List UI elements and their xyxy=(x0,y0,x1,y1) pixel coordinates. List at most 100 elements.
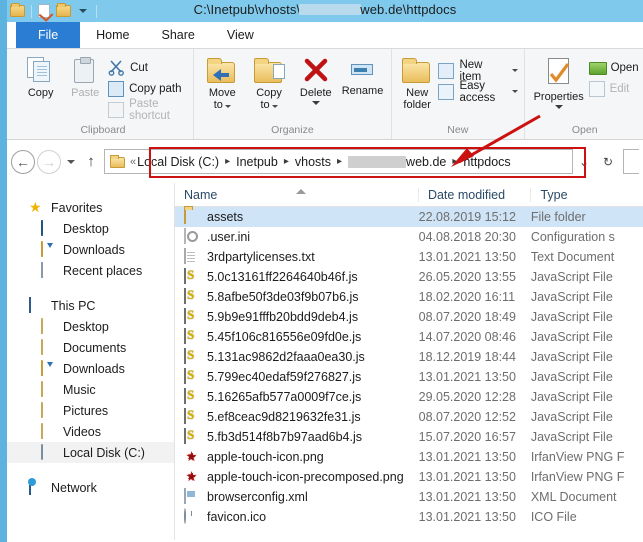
breadcrumb-overflow-icon[interactable]: « xyxy=(130,156,136,168)
tab-file[interactable]: File xyxy=(16,22,80,48)
ribbon-group-organize: Move to Copy to xyxy=(194,49,392,139)
file-name-cell: 5.ef8ceac9d8219632fe31.js xyxy=(175,409,419,425)
column-header-type[interactable]: Type xyxy=(530,188,643,202)
file-name-cell: 5.0c13161ff2264640b46f.js xyxy=(175,269,419,285)
downloads-icon xyxy=(41,361,57,376)
sidebar-item-pictures[interactable]: Pictures xyxy=(7,400,174,421)
breadcrumb-item-domain[interactable]: web.de xyxy=(348,155,446,169)
file-name-cell: 5.45f106c816556e09fd0e.js xyxy=(175,329,419,345)
rename-label: Rename xyxy=(342,86,384,98)
edit-button[interactable]: Edit xyxy=(589,79,639,98)
sidebar-item-local-disk[interactable]: Local Disk (C:) xyxy=(7,442,174,463)
nav-section-network[interactable]: Network xyxy=(7,477,174,498)
chevron-down-icon[interactable] xyxy=(512,69,518,72)
table-row[interactable]: assets 22.08.2019 15:12 File folder xyxy=(175,207,643,227)
new-folder-button[interactable]: New folder xyxy=(398,52,437,111)
move-to-button[interactable]: Move to xyxy=(200,52,245,111)
table-row[interactable]: .user.ini 04.08.2018 20:30 Configuration… xyxy=(175,227,643,247)
breadcrumb-separator[interactable]: ▸ xyxy=(225,156,230,167)
breadcrumb-item-httpdocs[interactable]: httpdocs xyxy=(463,155,510,169)
table-row[interactable]: 5.0c13161ff2264640b46f.js 26.05.2020 13:… xyxy=(175,267,643,287)
nav-section-this-pc[interactable]: This PC xyxy=(7,295,174,316)
sidebar-item-desktop-pc[interactable]: Desktop xyxy=(7,316,174,337)
chevron-down-icon[interactable] xyxy=(555,105,563,109)
ico-icon xyxy=(184,509,200,525)
easy-access-button[interactable]: Easy access xyxy=(438,82,517,101)
table-row[interactable]: apple-touch-icon-precomposed.png 13.01.2… xyxy=(175,467,643,487)
search-input[interactable] xyxy=(623,149,639,174)
table-row[interactable]: 5.8afbe50f3de03f9b07b6.js 18.02.2020 16:… xyxy=(175,287,643,307)
new-item-button[interactable]: New item xyxy=(438,61,517,80)
breadcrumb-item-vhosts[interactable]: vhosts xyxy=(295,155,331,169)
nav-label: Desktop xyxy=(63,222,109,236)
recent-locations-button[interactable] xyxy=(63,160,79,164)
open-button[interactable]: Open xyxy=(589,58,639,77)
chevron-down-icon[interactable] xyxy=(312,101,320,105)
nav-label: Local Disk (C:) xyxy=(63,446,145,460)
copy-to-button[interactable]: Copy to xyxy=(247,52,292,111)
rename-button[interactable]: Rename xyxy=(340,52,385,98)
breadcrumb-separator[interactable]: ▸ xyxy=(452,156,457,167)
delete-button[interactable]: Delete xyxy=(293,52,338,105)
table-row[interactable]: favicon.ico 13.01.2021 13:50 ICO File xyxy=(175,507,643,527)
table-row[interactable]: apple-touch-icon.png 13.01.2021 13:50 Ir… xyxy=(175,447,643,467)
file-type: Text Document xyxy=(531,250,643,264)
breadcrumb-bar[interactable]: « Local Disk (C:) ▸ Inetpub ▸ vhosts ▸ w… xyxy=(104,149,573,174)
table-row[interactable]: 5.45f106c816556e09fd0e.js 14.07.2020 08:… xyxy=(175,327,643,347)
sidebar-item-recent-places[interactable]: Recent places xyxy=(7,260,174,281)
sidebar-item-documents[interactable]: Documents xyxy=(7,337,174,358)
table-row[interactable]: 5.799ec40edaf59f276827.js 13.01.2021 13:… xyxy=(175,367,643,387)
sort-ascending-icon xyxy=(296,189,306,194)
star-icon: ★ xyxy=(29,200,45,215)
nav-section-favorites[interactable]: ★ Favorites xyxy=(7,197,174,218)
table-row[interactable]: 3rdpartylicenses.txt 13.01.2021 13:50 Te… xyxy=(175,247,643,267)
table-row[interactable]: 5.9b9e91fffb20bdd9deb4.js 08.07.2020 18:… xyxy=(175,307,643,327)
file-name-cell: favicon.ico xyxy=(175,509,419,525)
paste-shortcut-button[interactable]: Paste shortcut xyxy=(108,100,187,119)
copy-to-label-line2: to xyxy=(260,99,269,111)
file-type: JavaScript File xyxy=(531,330,643,344)
redacted-domain xyxy=(299,4,361,15)
breadcrumb-separator[interactable]: ▸ xyxy=(284,156,289,167)
sidebar-item-music[interactable]: Music xyxy=(7,379,174,400)
breadcrumb-item-local-disk[interactable]: Local Disk (C:) xyxy=(137,155,219,169)
table-row[interactable]: 5.fb3d514f8b7b97aad6b4.js 15.07.2020 16:… xyxy=(175,427,643,447)
file-name-cell: apple-touch-icon-precomposed.png xyxy=(175,469,419,485)
properties-button[interactable]: Properties xyxy=(531,52,587,109)
file-name-cell: .user.ini xyxy=(175,229,419,245)
breadcrumb-separator[interactable]: ▸ xyxy=(337,156,342,167)
sidebar-item-videos[interactable]: Videos xyxy=(7,421,174,442)
paste-button[interactable]: Paste xyxy=(64,52,106,100)
desktop-folder-icon xyxy=(41,319,57,334)
back-button[interactable]: ← xyxy=(11,150,35,174)
tab-view[interactable]: View xyxy=(211,22,270,48)
copy-path-button[interactable]: Copy path xyxy=(108,79,187,98)
breadcrumb-item-inetpub[interactable]: Inetpub xyxy=(236,155,278,169)
nav-label: Pictures xyxy=(63,404,108,418)
refresh-button[interactable]: ↻ xyxy=(597,150,619,173)
file-date: 13.01.2021 13:50 xyxy=(419,370,531,384)
tab-share[interactable]: Share xyxy=(146,22,211,48)
breadcrumb-item-domain-label: web.de xyxy=(406,155,446,169)
copy-button[interactable]: Copy xyxy=(19,52,62,100)
tab-home[interactable]: Home xyxy=(80,22,145,48)
file-name: 5.9b9e91fffb20bdd9deb4.js xyxy=(207,310,358,324)
table-row[interactable]: 5.ef8ceac9d8219632fe31.js 08.07.2020 12:… xyxy=(175,407,643,427)
redacted-domain xyxy=(348,156,406,168)
sidebar-item-desktop[interactable]: Desktop xyxy=(7,218,174,239)
previous-locations-button[interactable]: ⌄ xyxy=(573,150,595,173)
column-header-name[interactable]: Name xyxy=(175,188,418,202)
js-icon xyxy=(184,309,200,325)
up-button[interactable]: ↑ xyxy=(81,153,101,170)
table-row[interactable]: 5.131ac9862d2faaa0ea30.js 18.12.2019 18:… xyxy=(175,347,643,367)
sidebar-item-downloads[interactable]: Downloads xyxy=(7,239,174,260)
table-row[interactable]: browserconfig.xml 13.01.2021 13:50 XML D… xyxy=(175,487,643,507)
table-row[interactable]: 5.16265afb577a0009f7ce.js 29.05.2020 12:… xyxy=(175,387,643,407)
ini-icon xyxy=(184,229,200,245)
cut-button[interactable]: Cut xyxy=(108,58,187,77)
forward-button[interactable]: → xyxy=(37,150,61,174)
column-header-date-modified[interactable]: Date modified xyxy=(418,188,531,202)
sidebar-item-downloads-pc[interactable]: Downloads xyxy=(7,358,174,379)
chevron-down-icon[interactable] xyxy=(512,90,518,93)
group-label-organize: Organize xyxy=(200,124,385,139)
